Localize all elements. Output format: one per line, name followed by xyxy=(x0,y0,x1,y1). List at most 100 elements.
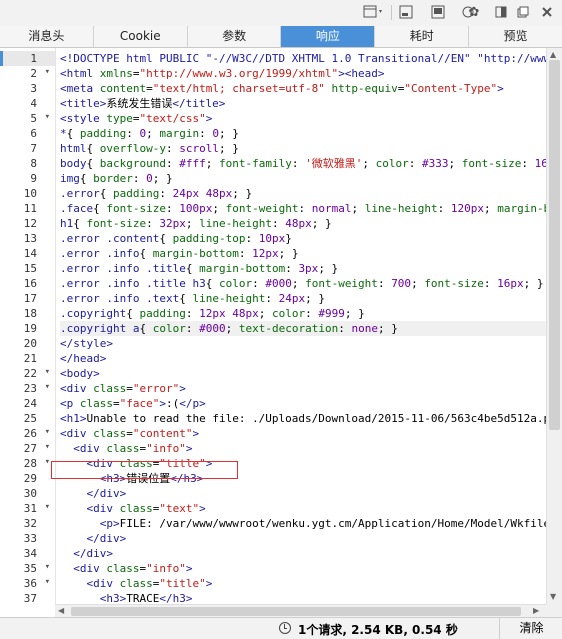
fold-toggle-icon[interactable]: ▾ xyxy=(45,457,50,467)
code-line[interactable]: <div class="info"> xyxy=(60,441,546,456)
popout-icon[interactable] xyxy=(430,4,446,20)
tab-2[interactable]: 参数 xyxy=(188,26,282,47)
code-token: </style> xyxy=(60,337,113,350)
code-token: ; } xyxy=(305,292,325,305)
code-token: class xyxy=(119,577,153,590)
code-token: 16px xyxy=(497,277,524,290)
code-token: padding xyxy=(79,127,127,140)
fold-toggle-icon[interactable]: ▾ xyxy=(45,382,50,392)
gutter-line: 5 ▾ xyxy=(0,111,55,126)
fold-toggle-icon[interactable]: ▾ xyxy=(45,502,50,512)
clear-button[interactable]: 清除 xyxy=(499,618,562,639)
code-token: ; } xyxy=(218,142,239,155)
scroll-right-arrow-icon[interactable]: ▶ xyxy=(533,606,539,615)
response-editor[interactable]: 1 2 ▾ 3 4 5 ▾ 6 7 8 9 10 11 12 13 14 15 16 17 18 19 20 21 22 ▾ 23… xyxy=(0,48,546,604)
code-token: .error xyxy=(60,187,100,200)
fold-toggle-icon[interactable]: ▾ xyxy=(45,67,50,77)
code-line[interactable]: <h1>Unable to read the file: ./Uploads/D… xyxy=(60,411,546,426)
code-line[interactable]: <p>FILE: /var/www/wwwroot/wenku.ygt.cm/A… xyxy=(60,516,546,531)
code-token: class xyxy=(79,397,113,410)
code-token: : xyxy=(165,157,180,170)
code-line[interactable]: <p class="face">:(</p> xyxy=(60,396,546,411)
fold-toggle-icon[interactable]: ▾ xyxy=(45,112,50,122)
code-token: 3px xyxy=(298,262,319,275)
code-line[interactable]: .error{ padding: 24px 48px; } xyxy=(60,186,546,201)
code-line[interactable]: .error .info .text{ line-height: 24px; } xyxy=(60,291,546,306)
code-line[interactable]: <meta content="text/html; charset=utf-8"… xyxy=(60,81,546,96)
minimize-icon[interactable] xyxy=(516,4,530,20)
tab-1[interactable]: Cookie xyxy=(94,26,188,47)
scroll-down-arrow-icon[interactable]: ▼ xyxy=(550,592,556,601)
code-line[interactable]: </head> xyxy=(60,351,546,366)
code-line[interactable]: <style type="text/css"> xyxy=(60,111,546,126)
close-icon[interactable] xyxy=(540,4,554,20)
tab-3[interactable]: 响应 xyxy=(281,26,376,47)
code-token: border xyxy=(93,172,133,185)
code-line[interactable]: .error .content{ padding-top: 10px} xyxy=(60,231,546,246)
line-number: 33 xyxy=(23,532,37,545)
code-line[interactable]: .error .info .title h3{ color: #000; fon… xyxy=(60,276,546,291)
fold-toggle-icon[interactable]: ▾ xyxy=(45,427,50,437)
code-area[interactable]: <!DOCTYPE html PUBLIC "-//W3C//DTD XHTML… xyxy=(60,48,546,604)
code-line[interactable]: html{ overflow-y: scroll; } xyxy=(60,141,546,156)
code-token: : xyxy=(245,232,259,245)
code-line[interactable]: h1{ font-size: 32px; line-height: 48px; … xyxy=(60,216,546,231)
code-token: #fff xyxy=(179,157,206,170)
code-line[interactable]: <div class="content"> xyxy=(60,426,546,441)
tab-5[interactable]: 预览 xyxy=(469,26,562,47)
code-line[interactable]: </style> xyxy=(60,336,546,351)
code-line[interactable]: <div class="error"> xyxy=(60,381,546,396)
scroll-left-arrow-icon[interactable]: ◀ xyxy=(58,606,64,615)
code-token: <div xyxy=(73,442,107,455)
code-token: "error" xyxy=(132,382,180,395)
code-line[interactable]: <h3>TRACE</h3> xyxy=(60,591,546,604)
code-line[interactable]: <div class="info"> xyxy=(60,561,546,576)
code-token: font-size xyxy=(86,217,147,230)
code-line[interactable]: <title>系统发生错误</title> xyxy=(60,96,546,111)
code-token: { xyxy=(185,262,200,275)
code-line[interactable]: .copyright a{ color: #000; text-decorati… xyxy=(60,321,546,336)
layout-dropdown-icon[interactable] xyxy=(362,4,386,20)
code-line[interactable]: </div> xyxy=(60,486,546,501)
code-token: } xyxy=(285,232,292,245)
code-line[interactable]: img{ border: 0; } xyxy=(60,171,546,186)
code-line[interactable]: <div class="text"> xyxy=(60,501,546,516)
code-token: 24px xyxy=(278,292,306,305)
fold-toggle-icon[interactable]: ▾ xyxy=(45,367,50,377)
code-line[interactable]: .error .info .title{ margin-bottom: 3px;… xyxy=(60,261,546,276)
dock-icon[interactable] xyxy=(494,4,508,20)
code-token: #000 xyxy=(199,322,226,335)
gutter-line: 26 ▾ xyxy=(0,426,55,441)
clock-icon xyxy=(279,622,291,634)
code-token: : xyxy=(185,322,200,335)
code-line[interactable]: </div> xyxy=(60,531,546,546)
code-line[interactable]: body{ background: #fff; font-family: '微软… xyxy=(60,156,546,171)
code-line[interactable]: .face{ font-size: 100px; font-weight: no… xyxy=(60,201,546,216)
gutter-line: 18 xyxy=(0,306,55,321)
code-line[interactable]: <!DOCTYPE html PUBLIC "-//W3C//DTD XHTML… xyxy=(60,51,546,66)
gear-icon[interactable]: ✿ xyxy=(466,4,482,20)
horizontal-scroll-thumb[interactable] xyxy=(71,607,521,616)
gutter-line: 23 ▾ xyxy=(0,381,55,396)
line-number: 3 xyxy=(30,82,37,95)
gutter-line: 12 xyxy=(0,216,55,231)
scroll-up-arrow-icon[interactable]: ▲ xyxy=(550,50,556,59)
line-number-gutter: 1 2 ▾ 3 4 5 ▾ 6 7 8 9 10 11 12 13 14 15 16 17 18 19 20 21 22 ▾ 23… xyxy=(0,48,56,604)
vertical-scrollbar[interactable]: ▲ ▼ xyxy=(546,48,562,604)
code-line[interactable]: </div> xyxy=(60,546,546,561)
code-line[interactable]: .error .info{ margin-bottom: 12px; } xyxy=(60,246,546,261)
fold-toggle-icon[interactable]: ▾ xyxy=(45,442,50,452)
tab-0[interactable]: 消息头 xyxy=(0,26,94,47)
code-token: .error .content xyxy=(60,232,160,245)
console-icon[interactable] xyxy=(398,4,414,20)
code-line[interactable]: <body> xyxy=(60,366,546,381)
tab-4[interactable]: 耗时 xyxy=(375,26,470,47)
fold-toggle-icon[interactable]: ▾ xyxy=(45,562,50,572)
horizontal-scrollbar[interactable]: ◀ ▶ xyxy=(55,604,546,618)
code-line[interactable]: <html xmlns="http://www.w3.org/1999/xhtm… xyxy=(60,66,546,81)
vertical-scroll-thumb[interactable] xyxy=(549,60,560,430)
fold-toggle-icon[interactable]: ▾ xyxy=(45,577,50,587)
code-line[interactable]: .copyright{ padding: 12px 48px; color: #… xyxy=(60,306,546,321)
code-line[interactable]: *{ padding: 0; margin: 0; } xyxy=(60,126,546,141)
code-line[interactable]: <div class="title"> xyxy=(60,576,546,591)
